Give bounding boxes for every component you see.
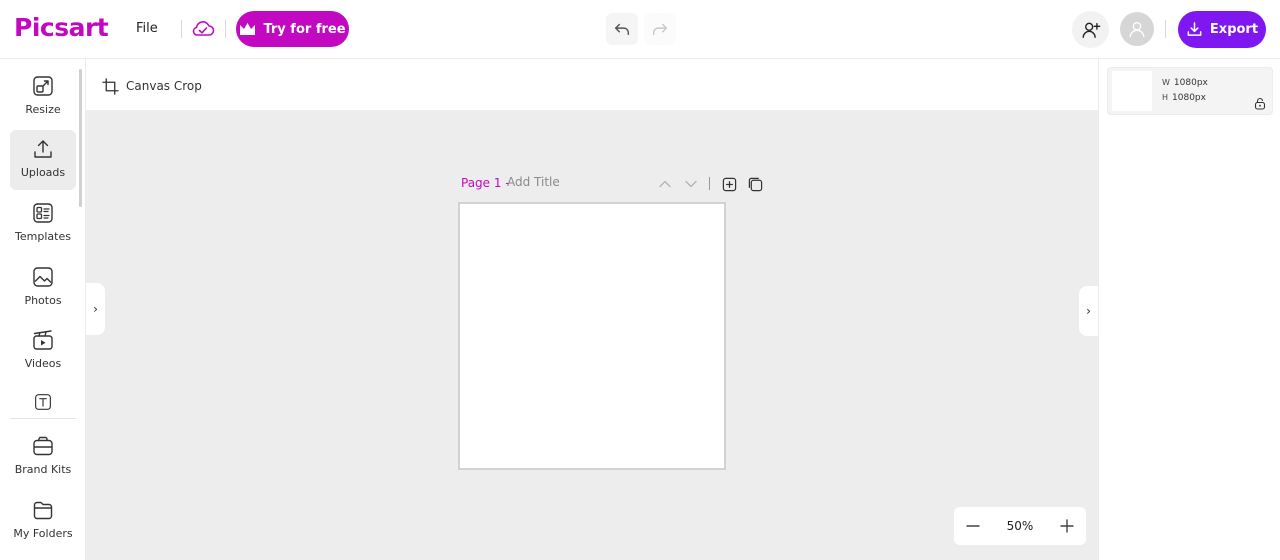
add-page-button[interactable] [720,175,738,193]
zoom-control: 50% [954,507,1086,545]
page-width: W 1080px [1162,78,1208,88]
picsart-editor: Picsart File Try for free Export Resize … [0,0,1280,560]
sidebar-item-videos[interactable]: Videos [10,321,76,381]
chevron-right-icon: › [1086,304,1091,318]
duplicate-page-button[interactable] [746,175,764,193]
sidebar-item-brand-kits[interactable]: Brand Kits [10,427,76,487]
zoom-out-button[interactable] [964,517,982,535]
plus-icon [1060,519,1074,533]
sidebar-item-label: Videos [24,357,62,370]
sidebar-item-label: Uploads [20,166,66,179]
canvas-crop-label: Canvas Crop [126,79,202,93]
sidebar-divider [10,418,76,419]
page-height: H 1080px [1162,93,1206,103]
canvas-crop-button[interactable]: Canvas Crop [102,73,202,99]
header-divider [181,20,182,38]
folder-icon [33,501,53,520]
redo-button[interactable] [644,13,676,45]
chevron-up-icon [659,180,671,188]
resize-icon [33,76,53,96]
sidebar-item-resize[interactable]: Resize [10,67,76,127]
height-label: H [1162,93,1169,102]
undo-icon [614,23,630,36]
top-header: Picsart File Try for free Export [0,0,1280,59]
download-icon [1187,22,1202,36]
sidebar-item-label: Brand Kits [14,463,72,476]
templates-icon [33,203,53,223]
expand-left-panel-button[interactable]: › [86,283,105,335]
page-title-input[interactable] [507,175,627,189]
sidebar-item-uploads[interactable]: Uploads [10,130,76,190]
width-label: W [1162,78,1170,87]
page-actions-divider [709,177,710,190]
unlock-icon[interactable] [1254,97,1266,110]
zoom-in-button[interactable] [1058,517,1076,535]
crop-icon [102,77,119,95]
try-for-free-label: Try for free [263,21,346,37]
invite-user-button[interactable] [1072,11,1109,48]
add-user-icon [1082,22,1100,38]
design-page-canvas[interactable] [458,202,726,470]
redo-icon [652,23,668,36]
export-button[interactable]: Export [1178,11,1266,48]
try-for-free-button[interactable]: Try for free [236,11,349,47]
chevron-right-icon: › [93,302,98,316]
chevron-down-icon [685,180,697,188]
brand-kit-icon [33,436,53,456]
videos-icon [33,330,53,350]
sidebar-item-text[interactable] [10,385,76,417]
sidebar-item-label: Resize [25,103,61,116]
move-page-down-button[interactable] [682,175,700,193]
page-header: Page 1 - [461,174,767,194]
avatar-icon [1129,21,1145,38]
export-label: Export [1209,22,1259,37]
sidebar-scrollbar[interactable] [79,69,82,207]
picsart-logo[interactable]: Picsart [14,13,109,42]
page-thumbnail [1112,71,1152,111]
sidebar-item-label: My Folders [13,527,73,540]
photos-icon [33,267,53,287]
left-sidebar: Resize Uploads Templates Photos Videos B… [0,59,86,560]
zoom-level[interactable]: 50% [1007,519,1034,533]
context-toolbar: Canvas Crop [86,59,1098,111]
duplicate-icon [748,177,762,191]
page-number-label: Page 1 - [461,176,510,190]
text-icon [35,394,51,410]
header-divider [1165,20,1166,38]
cloud-saved-icon[interactable] [190,17,216,41]
sidebar-item-label: Templates [15,230,71,243]
sidebar-item-templates[interactable]: Templates [10,194,76,254]
sidebar-item-my-folders[interactable]: My Folders [10,491,76,551]
upload-icon [34,140,52,158]
page-size-card[interactable]: W 1080px H 1080px [1107,67,1273,115]
sidebar-item-label: Photos [24,294,62,307]
expand-right-panel-button[interactable]: › [1079,286,1098,336]
undo-button[interactable] [606,13,638,45]
right-properties-panel: W 1080px H 1080px [1098,59,1280,560]
user-avatar[interactable] [1120,12,1154,46]
add-page-icon [722,177,736,191]
sidebar-item-photos[interactable]: Photos [10,258,76,318]
move-page-up-button[interactable] [656,175,674,193]
minus-icon [966,525,980,527]
width-value: 1080px [1173,78,1208,88]
header-divider [225,20,226,38]
crown-icon [240,23,256,35]
file-menu-button[interactable]: File [126,17,168,41]
height-value: 1080px [1172,93,1206,103]
